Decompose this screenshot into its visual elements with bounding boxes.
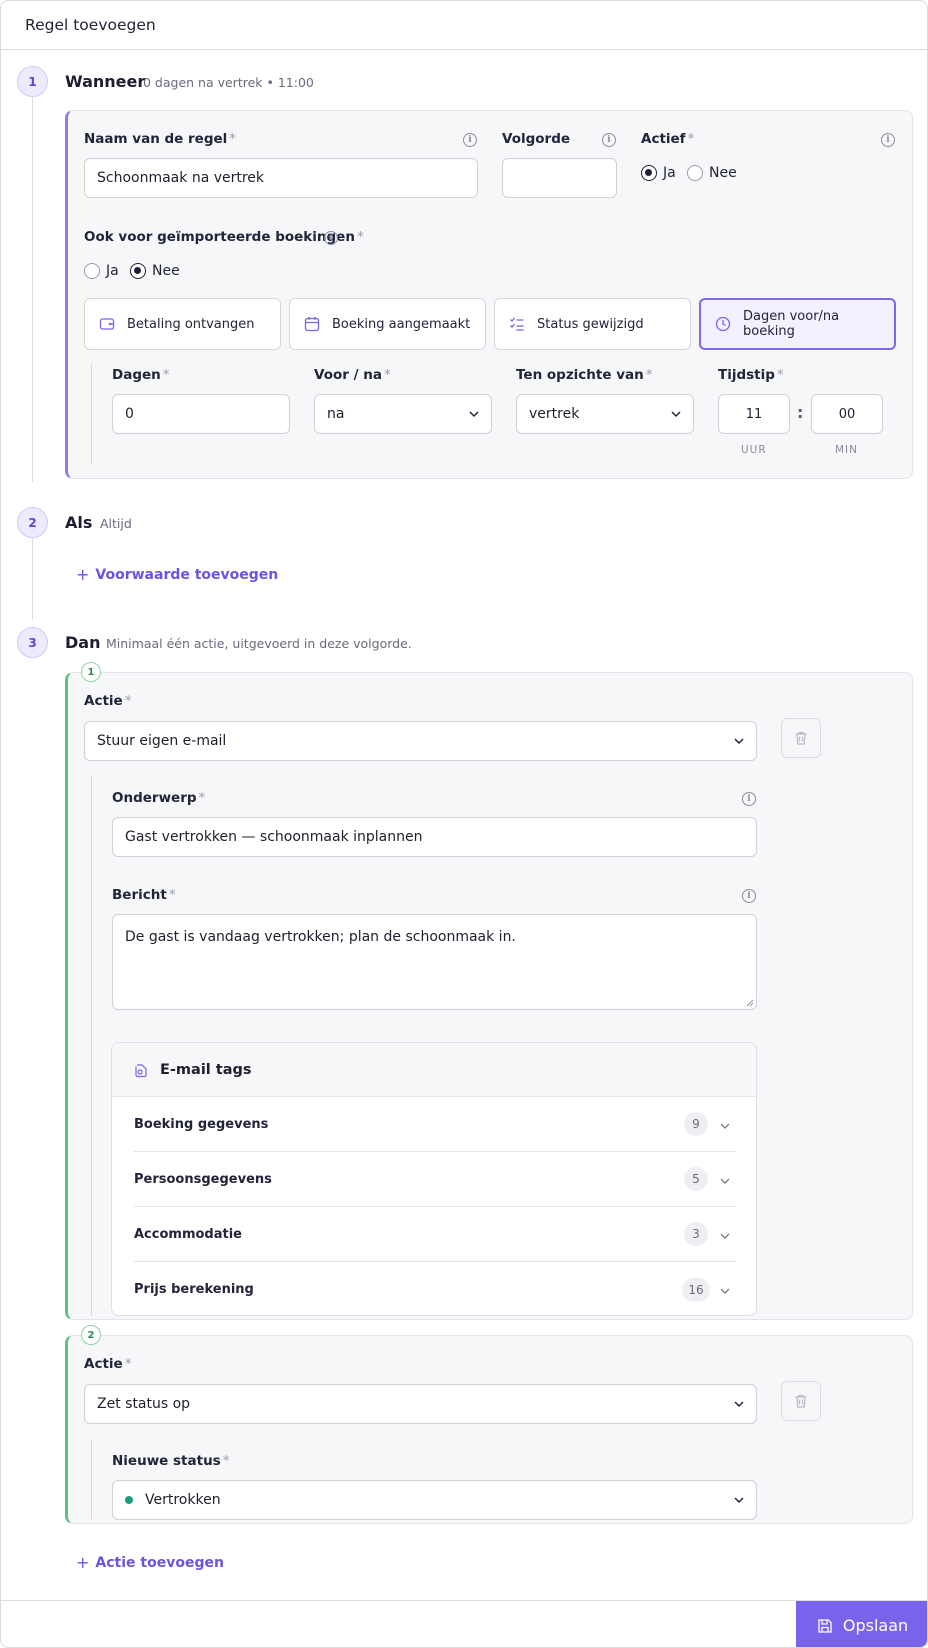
info-icon[interactable]: i <box>742 792 756 806</box>
plus-icon: + <box>76 1553 90 1572</box>
days-label: Dagen * <box>112 367 170 383</box>
imported-no-radio[interactable]: Nee <box>130 263 180 279</box>
rule-editor-dialog: Regel toevoegen 1 Wanneer 0 dagen na ver… <box>0 0 928 1648</box>
before-after-label: Voor / na * <box>314 367 391 383</box>
save-button[interactable]: Opslaan <box>796 1601 927 1647</box>
action-number-1: 1 <box>81 662 101 682</box>
plus-icon: + <box>76 565 90 584</box>
time-separator: : <box>797 403 804 422</box>
resize-handle-icon[interactable] <box>746 999 754 1007</box>
step-summary-dan: Minimaal één actie, uitgevoerd in deze v… <box>106 636 412 651</box>
calendar-icon <box>304 317 320 332</box>
chevron-down-icon <box>469 411 479 418</box>
step-title-wanneer: Wanneer <box>65 72 146 91</box>
new-status-select[interactable]: Vertrokken <box>112 1480 757 1520</box>
chevron-down-icon <box>734 1497 744 1504</box>
info-icon[interactable]: i <box>463 133 477 147</box>
minute-caption: MIN <box>835 444 859 456</box>
info-icon[interactable]: i <box>742 889 756 903</box>
tag-icon <box>135 1063 147 1077</box>
action-type-select[interactable]: Zet status op <box>84 1384 757 1424</box>
chevron-down-icon <box>734 1401 744 1408</box>
clock-icon <box>715 316 731 332</box>
wallet-icon <box>99 318 115 330</box>
action-type-select[interactable]: Stuur eigen e-mail <box>84 721 757 761</box>
message-label: Bericht * <box>112 887 176 903</box>
info-icon[interactable]: i <box>602 133 616 147</box>
order-input[interactable] <box>502 158 617 198</box>
indent-line <box>91 776 92 1316</box>
minute-input[interactable]: 00 <box>811 394 883 434</box>
before-after-select[interactable]: na <box>314 394 492 434</box>
active-no-radio[interactable]: Nee <box>687 165 737 181</box>
step-title-dan: Dan <box>65 633 101 652</box>
time-label: Tijdstip * <box>718 367 784 383</box>
step-number-1: 1 <box>17 66 48 97</box>
tag-group-row[interactable]: Boeking gegevens 9 <box>134 1097 736 1152</box>
indent-line <box>91 1439 92 1519</box>
chevron-down-icon <box>720 1288 730 1294</box>
chevron-down-icon <box>720 1233 730 1239</box>
dialog-header: Regel toevoegen <box>1 1 927 50</box>
relative-to-select[interactable]: vertrek <box>516 394 694 434</box>
subject-label: Onderwerp * <box>112 790 206 806</box>
step-number-2: 2 <box>17 507 48 538</box>
trash-icon <box>795 731 807 745</box>
indent-line <box>91 364 92 464</box>
dialog-title: Regel toevoegen <box>25 16 156 34</box>
days-input[interactable]: 0 <box>112 394 290 434</box>
info-icon[interactable]: i <box>324 231 338 245</box>
email-tags-panel: E-mail tags Boeking gegevens 9 Persoonsg… <box>111 1042 757 1316</box>
active-yes-radio[interactable]: Ja <box>641 165 676 181</box>
step-rail <box>32 94 33 482</box>
tag-count-badge: 5 <box>684 1167 708 1191</box>
add-action-link[interactable]: + Actie toevoegen <box>76 1553 224 1572</box>
status-dot <box>125 1496 133 1504</box>
imported-label: Ook voor geïmporteerde boekingen * <box>84 229 364 245</box>
step-title-als: Als <box>65 513 93 532</box>
new-status-label: Nieuwe status * <box>112 1453 230 1469</box>
trash-icon <box>795 1394 807 1408</box>
action-label: Actie * <box>84 693 132 709</box>
checklist-icon <box>510 317 524 331</box>
trigger-status-changed-button[interactable]: Status gewijzigd <box>494 298 691 350</box>
rule-name-label: Naam van de regel * <box>84 131 237 147</box>
step-number-3: 3 <box>17 627 48 658</box>
chevron-down-icon <box>671 411 681 418</box>
active-label: Actief * <box>641 131 695 147</box>
relative-to-label: Ten opzichte van * <box>516 367 653 383</box>
delete-action-button[interactable] <box>781 1381 821 1421</box>
email-tags-header: E-mail tags <box>112 1043 756 1097</box>
tag-count-badge: 9 <box>684 1112 708 1136</box>
step-summary-wanneer: 0 dagen na vertrek • 11:00 <box>143 75 314 90</box>
rule-name-input[interactable]: Schoonmaak na vertrek <box>84 158 478 198</box>
hour-input[interactable]: 11 <box>718 394 790 434</box>
chevron-down-icon <box>720 1178 730 1184</box>
trigger-booking-created-button[interactable]: Boeking aangemaakt <box>289 298 486 350</box>
action-label: Actie * <box>84 1356 132 1372</box>
tag-group-row[interactable]: Persoonsgegevens 5 <box>134 1152 736 1207</box>
imported-yes-radio[interactable]: Ja <box>84 263 119 279</box>
hour-caption: UUR <box>741 444 767 456</box>
step-summary-als: Altijd <box>100 516 132 531</box>
trigger-days-before-after-button[interactable]: Dagen voor/na boeking <box>699 298 896 350</box>
info-icon[interactable]: i <box>881 133 895 147</box>
chevron-down-icon <box>720 1123 730 1129</box>
trigger-payment-received-button[interactable]: Betaling ontvangen <box>84 298 281 350</box>
subject-input[interactable]: Gast vertrokken — schoonmaak inplannen <box>112 817 757 857</box>
delete-action-button[interactable] <box>781 718 821 758</box>
dialog-footer: Opslaan <box>1 1600 927 1647</box>
floppy-disk-icon <box>818 1618 832 1633</box>
tag-count-badge: 3 <box>684 1222 708 1246</box>
add-condition-link[interactable]: + Voorwaarde toevoegen <box>76 565 278 584</box>
order-label: Volgorde <box>502 131 571 147</box>
tag-group-row[interactable]: Accommodatie 3 <box>134 1207 736 1262</box>
action-number-2: 2 <box>81 1325 101 1345</box>
chevron-down-icon <box>734 738 744 745</box>
message-textarea[interactable]: De gast is vandaag vertrokken; plan de s… <box>112 914 757 1010</box>
tag-group-row[interactable]: Prijs berekening 16 <box>134 1262 736 1317</box>
tag-count-badge: 16 <box>682 1277 710 1302</box>
